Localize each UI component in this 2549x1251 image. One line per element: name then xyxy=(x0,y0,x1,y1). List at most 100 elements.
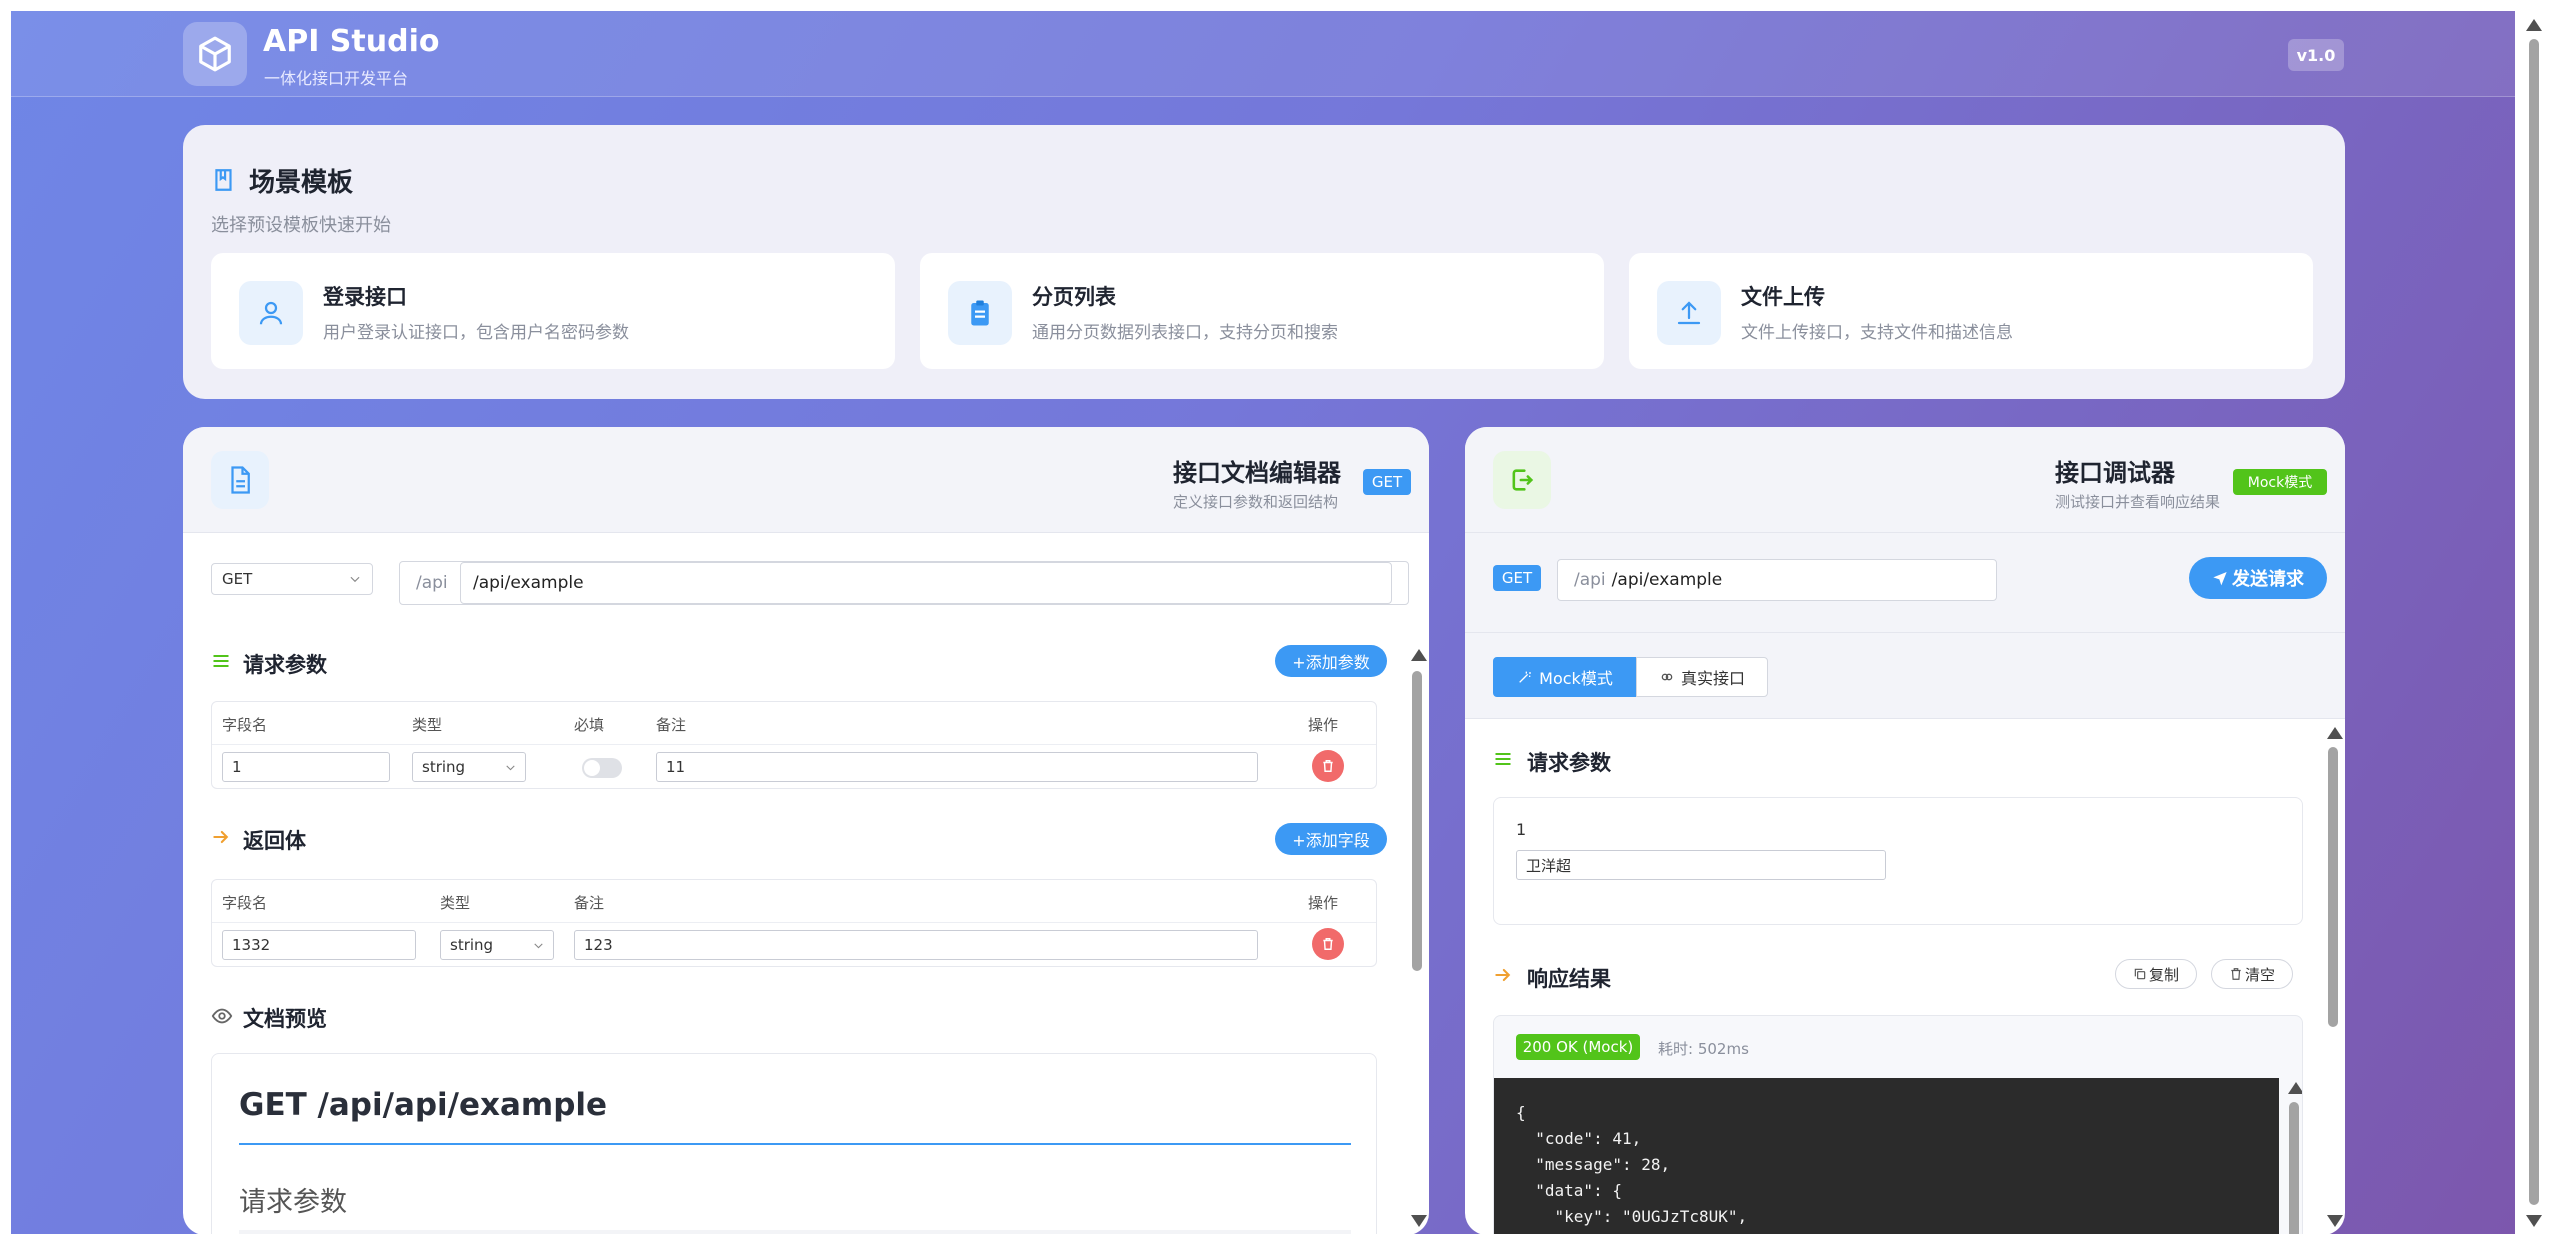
url-prefix: /api xyxy=(1574,570,1606,590)
document-icon xyxy=(231,466,250,494)
page-scrollbar[interactable] xyxy=(2524,11,2544,1234)
resp-type-value: string xyxy=(450,936,494,954)
list-icon xyxy=(1495,752,1511,766)
editor-scrollbar[interactable] xyxy=(1409,649,1427,1229)
method-select-value: GET xyxy=(222,570,253,588)
template-item-upload[interactable]: 文件上传 文件上传接口，支持文件和描述信息 xyxy=(1629,253,2313,369)
col-header: 操作 xyxy=(1308,716,1339,734)
template-subtitle: 选择预设模板快速开始 xyxy=(211,215,391,236)
logo xyxy=(183,22,247,86)
scroll-thumb[interactable] xyxy=(1412,671,1422,971)
resp-type-select[interactable]: string xyxy=(440,930,554,960)
path-input-group: /api /api/example xyxy=(399,561,1409,605)
user-icon xyxy=(259,301,283,325)
col-header: 字段名 xyxy=(222,894,268,912)
send-label: 发送请求 xyxy=(2232,569,2304,590)
template-name: 文件上传 xyxy=(1741,285,1825,309)
send-request-button[interactable]: 发送请求 xyxy=(2189,557,2327,599)
copy-icon xyxy=(2134,968,2146,980)
copy-label: 复制 xyxy=(2148,965,2179,984)
debugger-header: 接口调试器 测试接口并查看响应结果 Mock模式 xyxy=(1465,427,2345,533)
mode-mock-button[interactable]: Mock模式 xyxy=(1493,657,1637,697)
template-desc: 用户登录认证接口，包含用户名密码参数 xyxy=(323,323,629,343)
editor-icon-box xyxy=(211,451,269,509)
doc-preview: GET /api/api/example 请求参数 xyxy=(211,1053,1377,1234)
template-item-login[interactable]: 登录接口 用户登录认证接口，包含用户名密码参数 xyxy=(211,253,895,369)
scroll-thumb[interactable] xyxy=(2529,39,2539,1205)
scroll-thumb[interactable] xyxy=(2289,1102,2299,1234)
mode-switch-bar: Mock模式 真实接口 xyxy=(1465,633,2345,719)
chevron-down-icon xyxy=(506,765,515,771)
app-title: API Studio xyxy=(263,24,440,59)
path-input[interactable]: /api/example xyxy=(460,562,1392,604)
magic-wand-icon xyxy=(1519,671,1532,683)
path-prefix: /api xyxy=(416,573,448,593)
response-result-title: 响应结果 xyxy=(1527,967,1611,991)
url-value: /api/example xyxy=(1611,570,1723,590)
add-field-button[interactable]: +添加字段 xyxy=(1275,823,1387,855)
app-subtitle: 一体化接口开发平台 xyxy=(264,69,409,88)
editor-title: 接口文档编辑器 xyxy=(1173,459,1341,487)
trash-icon xyxy=(2231,968,2241,980)
copy-button[interactable]: 复制 xyxy=(2115,959,2197,989)
arrow-right-icon xyxy=(1495,968,1511,982)
chevron-down-icon xyxy=(350,576,360,583)
resp-note-input[interactable]: 123 xyxy=(574,930,1258,960)
status-badge: 200 OK (Mock) xyxy=(1516,1034,1640,1060)
trash-icon xyxy=(1323,938,1333,950)
request-method-badge: GET xyxy=(1493,565,1541,591)
scroll-thumb[interactable] xyxy=(2328,747,2338,1027)
mode-real-button[interactable]: 真实接口 xyxy=(1636,657,1768,697)
param-type-select[interactable]: string xyxy=(412,752,526,782)
method-badge: GET xyxy=(1363,469,1411,495)
clear-button[interactable]: 清空 xyxy=(2211,959,2293,989)
doc-editor-panel: 接口文档编辑器 定义接口参数和返回结构 GET GET /api /api/ex… xyxy=(183,427,1429,1234)
resp-field-input[interactable]: 1332 xyxy=(222,930,416,960)
elapsed-time: 耗时: 502ms xyxy=(1658,1040,1749,1058)
debugger-icon-box xyxy=(1493,451,1551,509)
debugger-subtitle: 测试接口并查看响应结果 xyxy=(2055,493,2221,511)
param-field-input[interactable]: 1 xyxy=(222,752,390,782)
param-type-value: string xyxy=(422,758,466,776)
param-value-input[interactable]: 卫洋超 xyxy=(1516,850,1886,880)
template-item-pagination[interactable]: 分页列表 通用分页数据列表接口，支持分页和搜索 xyxy=(920,253,1604,369)
debug-params-title: 请求参数 xyxy=(1527,751,1611,775)
chevron-down-icon xyxy=(534,943,543,949)
eye-icon xyxy=(211,1008,233,1024)
debugger-title: 接口调试器 xyxy=(2055,459,2175,487)
app-window: API Studio 一体化接口开发平台 v1.0 场景模板 选择预设模板快速开… xyxy=(11,11,2515,1234)
preview-title: 文档预览 xyxy=(243,1007,327,1031)
scroll-down-arrow xyxy=(1411,1215,1427,1227)
col-header: 操作 xyxy=(1308,894,1339,912)
delete-param-button[interactable] xyxy=(1312,750,1344,782)
preview-subheading: 请求参数 xyxy=(239,1187,347,1218)
clipboard-icon xyxy=(971,300,989,326)
list-icon xyxy=(213,654,229,668)
code-scrollbar[interactable] xyxy=(2286,1082,2302,1234)
add-param-button[interactable]: +添加参数 xyxy=(1275,645,1387,677)
template-desc: 通用分页数据列表接口，支持分页和搜索 xyxy=(1032,323,1338,343)
col-header: 字段名 xyxy=(222,716,268,734)
debugger-scrollbar[interactable] xyxy=(2325,727,2343,1229)
response-table: 字段名 类型 备注 操作 1332 string 123 xyxy=(211,879,1377,967)
request-url-input[interactable]: /api /api/example xyxy=(1557,559,1997,601)
required-toggle[interactable] xyxy=(582,758,622,778)
method-select[interactable]: GET xyxy=(211,563,373,595)
mode-real-label: 真实接口 xyxy=(1680,669,1745,688)
api-debugger-panel: 接口调试器 测试接口并查看响应结果 Mock模式 GET /api /api/e… xyxy=(1465,427,2345,1234)
tpl-icon-box xyxy=(239,281,303,345)
scroll-up-arrow xyxy=(1411,649,1427,661)
col-header: 类型 xyxy=(440,894,471,912)
toggle-knob xyxy=(584,760,600,776)
send-icon xyxy=(2213,572,2227,586)
app-header: API Studio 一体化接口开发平台 v1.0 xyxy=(11,11,2515,97)
params-title: 请求参数 xyxy=(243,653,327,677)
col-header: 备注 xyxy=(574,894,605,912)
col-header: 必填 xyxy=(574,716,605,734)
debug-params-box: 1 卫洋超 xyxy=(1493,797,2303,925)
template-title: 场景模板 xyxy=(249,168,354,198)
scroll-up-arrow xyxy=(2288,1082,2302,1094)
delete-field-button[interactable] xyxy=(1312,928,1344,960)
param-note-input[interactable]: 11 xyxy=(656,752,1258,782)
template-desc: 文件上传接口，支持文件和描述信息 xyxy=(1741,323,2013,343)
